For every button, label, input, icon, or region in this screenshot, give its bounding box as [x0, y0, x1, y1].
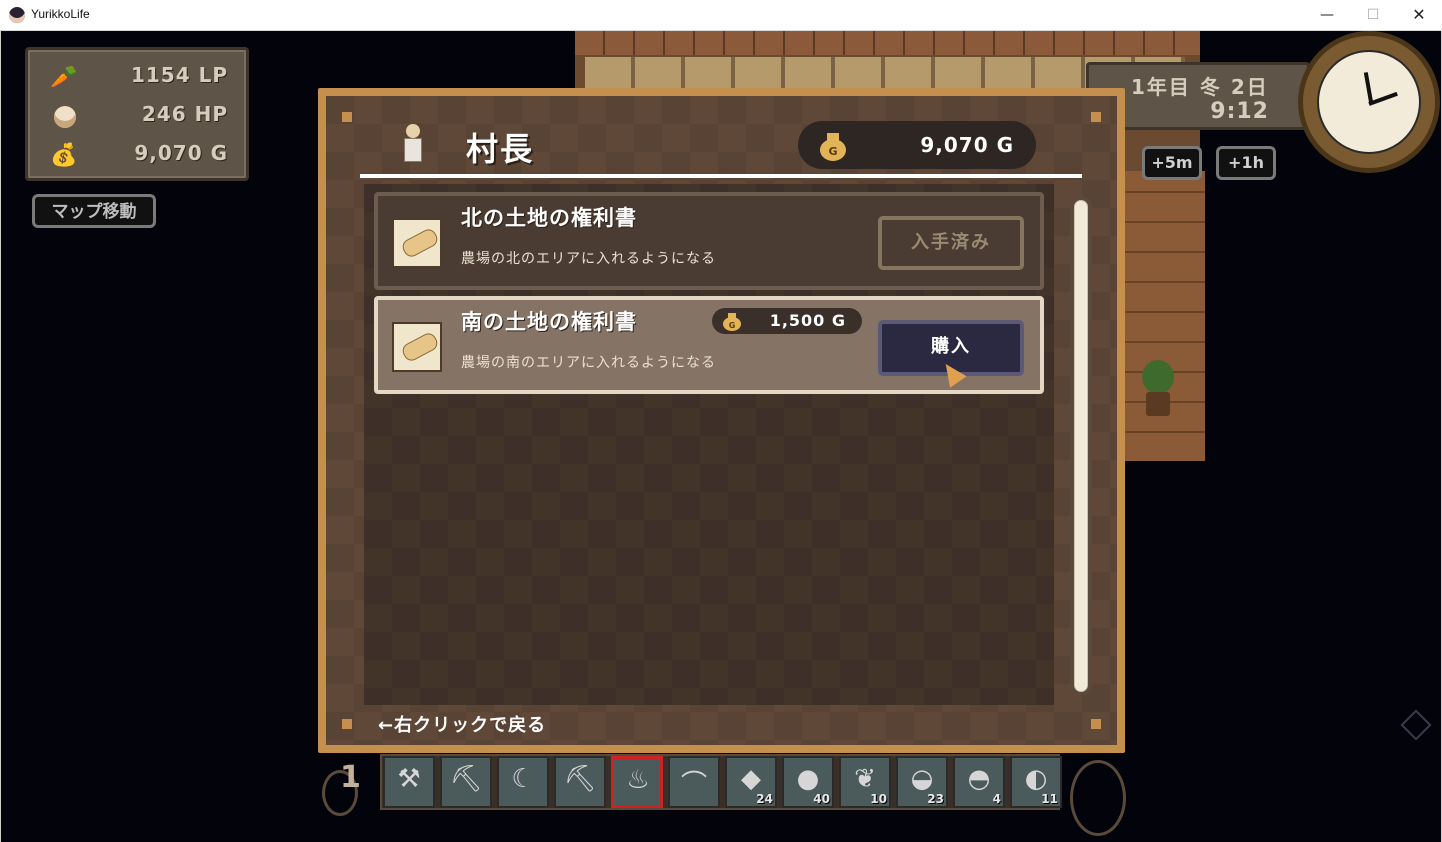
corner-ornament — [342, 112, 352, 122]
slot-count: 4 — [992, 792, 1001, 806]
svg-text:G: G — [729, 321, 736, 330]
price-value: 1,500 G — [769, 311, 846, 330]
slot-count: 24 — [756, 792, 773, 806]
svg-text:G: G — [828, 145, 837, 158]
item-desc: 農場の南のエリアに入れるようになる — [461, 355, 716, 371]
app-icon — [9, 7, 25, 23]
time-text: 9:12 — [1210, 99, 1269, 124]
carrot-icon: 🥕 — [50, 65, 78, 90]
watering-can-icon: ♨ — [626, 765, 650, 795]
hammer-icon: ⚒ — [397, 764, 421, 794]
plus-1h-button[interactable]: +1h — [1216, 146, 1276, 180]
gold-bag-icon: G — [818, 128, 848, 162]
npc-head — [406, 124, 420, 138]
gold-bag-icon: G — [722, 310, 742, 332]
hotbar-slot[interactable]: ◆ 24 — [725, 756, 777, 808]
gold-value: 9,070 G — [134, 141, 228, 165]
npc-portrait — [402, 124, 424, 166]
lp-row: 🥕 1154 LP — [28, 58, 246, 94]
sickle-icon: ☾ — [511, 764, 535, 794]
money-display: G 9,070 G — [798, 121, 1036, 169]
scrollbar-thumb[interactable] — [1074, 200, 1088, 692]
status-panel: 🥕 1154 LP 246 HP 💰 9,070 G — [25, 47, 249, 181]
roof-tiles — [575, 31, 1200, 55]
lp-value: 1154 LP — [130, 63, 228, 87]
character-face-icon — [54, 106, 76, 128]
stone-shard-icon: ◆ — [741, 764, 761, 794]
scroll-shape — [399, 330, 441, 364]
gold-row: 💰 9,070 G — [28, 136, 246, 172]
hotbar-slot[interactable]: ☾ — [497, 756, 549, 808]
hotbar-ornament-right — [1070, 760, 1126, 836]
silver-ore-icon: ◒ — [910, 764, 934, 794]
slot-count: 11 — [1041, 792, 1058, 806]
owned-button: 入手済み — [878, 216, 1024, 270]
scroll-shape — [399, 226, 441, 260]
slot-count: 10 — [870, 792, 887, 806]
slot-count: 23 — [927, 792, 944, 806]
gold-ore-icon: ◓ — [967, 764, 991, 794]
item-name: 南の土地の権利書 — [461, 310, 637, 334]
diamond-icon[interactable] — [1400, 709, 1432, 741]
plant-pot — [1146, 392, 1170, 416]
hotbar-slot[interactable]: ⛏ — [554, 756, 606, 808]
price-tag: G 1,500 G — [712, 308, 862, 334]
money-value: 9,070 G — [920, 133, 1014, 157]
hoe-icon: ⛏ — [563, 764, 597, 794]
hotbar-number: 1 — [340, 760, 361, 795]
close-button[interactable]: ✕ — [1396, 0, 1442, 30]
hotbar-slot[interactable]: ◒ 23 — [896, 756, 948, 808]
hp-row: 246 HP — [28, 97, 246, 133]
plant-leaves — [1142, 360, 1174, 394]
window-titlebar: YurikkoLife — ☐ ✕ — [0, 0, 1442, 31]
list-item[interactable]: 北の土地の権利書 農場の北のエリアに入れるようになる 入手済み — [374, 192, 1044, 290]
item-desc: 農場の北のエリアに入れるようになる — [461, 251, 716, 267]
date-text: 1年目 冬 2日 — [1131, 75, 1269, 99]
hotbar-slot[interactable]: ◐ 11 — [1010, 756, 1062, 808]
window-border-left — [0, 30, 1, 842]
hp-value: 246 HP — [141, 102, 228, 126]
corner-ornament — [342, 719, 352, 729]
bean-pod-icon: ❦ — [854, 764, 876, 794]
deed-scroll-icon — [392, 322, 442, 372]
slot-count: 40 — [813, 792, 830, 806]
corner-ornament — [1091, 112, 1101, 122]
crystal-ore-icon: ◐ — [1024, 764, 1048, 794]
plus-5m-button[interactable]: +5m — [1142, 146, 1202, 180]
npc-name: 村長 — [466, 130, 535, 168]
header-divider — [360, 174, 1082, 178]
hotbar-slot[interactable]: ⚒ — [383, 756, 435, 808]
deed-scroll-icon — [392, 218, 442, 268]
hotbar-slot[interactable]: ❦ 10 — [839, 756, 891, 808]
npc-body — [404, 138, 422, 162]
gold-bag-icon: 💰 — [50, 143, 78, 168]
clock-face — [1317, 50, 1421, 154]
hotbar-slot[interactable]: ● 40 — [782, 756, 834, 808]
fishing-rod-icon: ⌒ — [680, 770, 707, 800]
minimize-button[interactable]: — — [1304, 0, 1350, 30]
clock-minute-hand — [1363, 72, 1373, 103]
clock-hour-hand — [1368, 91, 1398, 106]
item-name: 北の土地の権利書 — [461, 206, 637, 230]
potted-plant — [1140, 360, 1176, 420]
hotbar-slot[interactable]: ⛏ — [440, 756, 492, 808]
maximize-button[interactable]: ☐ — [1350, 0, 1396, 30]
clock-icon — [1298, 31, 1440, 173]
pickaxe-icon: ⛏ — [449, 764, 483, 794]
corner-ornament — [1091, 719, 1101, 729]
map-move-button[interactable]: マップ移動 — [32, 194, 156, 228]
hotbar-slot[interactable]: ♨ — [611, 756, 663, 808]
window-title: YurikkoLife — [31, 7, 90, 21]
back-hint: ←右クリックで戻る — [378, 715, 547, 736]
coal-icon: ● — [796, 764, 820, 794]
hotbar-slot[interactable]: ⌒ — [668, 756, 720, 808]
hotbar-slot[interactable]: ◓ 4 — [953, 756, 1005, 808]
